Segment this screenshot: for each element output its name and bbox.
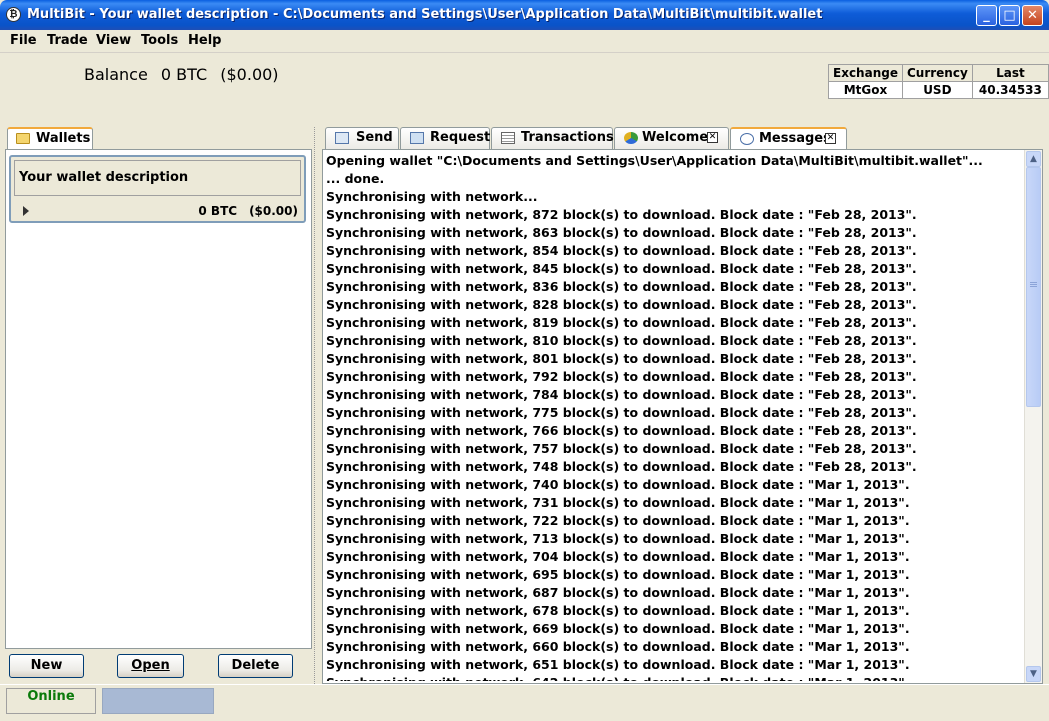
message-line: Synchronising with network, 810 block(s)…	[326, 333, 917, 348]
close-messages-tab-icon[interactable]: ✕	[825, 133, 836, 144]
message-line: Synchronising with network, 748 block(s)…	[326, 459, 917, 474]
message-line: Synchronising with network, 687 block(s)…	[326, 585, 910, 600]
wallets-panel: Your wallet description 0 BTC ($0.00)	[5, 149, 312, 684]
scroll-grip-icon	[1030, 282, 1037, 288]
tab-wallets[interactable]: Wallets	[7, 127, 93, 149]
vertical-scrollbar[interactable]: ▲ ▼	[1024, 150, 1042, 683]
message-line: Synchronising with network, 828 block(s)…	[326, 297, 917, 312]
tab-transactions-label: Transactions	[521, 130, 614, 145]
close-button[interactable]: ✕	[1022, 5, 1043, 26]
menu-file[interactable]: File	[10, 33, 37, 48]
ticker-currency: USD	[901, 81, 973, 99]
new-wallet-button[interactable]: New	[9, 654, 84, 678]
message-line: Synchronising with network, 740 block(s)…	[326, 477, 910, 492]
send-icon	[335, 132, 349, 144]
ticker-row[interactable]: MtGox USD 40.34533	[828, 81, 1049, 99]
tab-welcome-label: Welcome	[642, 130, 709, 145]
ticker-exchange: MtGox	[828, 81, 903, 99]
message-line: Synchronising with network, 819 block(s)…	[326, 315, 917, 330]
message-line: ... done.	[326, 171, 385, 186]
message-line: Synchronising with network, 722 block(s)…	[326, 513, 910, 528]
tab-transactions[interactable]: Transactions	[491, 127, 614, 149]
ticker-header-exchange: Exchange	[828, 64, 903, 82]
expand-arrow-icon[interactable]	[23, 206, 29, 216]
tab-messages-label: Messages	[759, 131, 831, 146]
open-wallet-button[interactable]: Open	[117, 654, 184, 678]
ticker-header-row: Exchange Currency Last	[828, 64, 1049, 82]
message-line: Synchronising with network, 660 block(s)…	[326, 639, 910, 654]
wallet-balance-btc: 0 BTC	[198, 204, 238, 218]
tab-request[interactable]: Request	[400, 127, 490, 149]
maximize-button[interactable]: □	[999, 5, 1020, 26]
message-line: Synchronising with network, 642 block(s)…	[326, 675, 1021, 681]
tab-send-label: Send	[356, 130, 393, 145]
message-line: Synchronising with network, 845 block(s)…	[326, 261, 917, 276]
delete-wallet-button[interactable]: Delete	[218, 654, 293, 678]
tab-send[interactable]: Send	[325, 127, 399, 149]
menu-tools[interactable]: Tools	[141, 33, 178, 48]
wallets-tab-label: Wallets	[36, 131, 91, 146]
message-line: Opening wallet "C:\Documents and Setting…	[326, 153, 983, 168]
menu-trade[interactable]: Trade	[47, 33, 88, 48]
menu-bar: File Trade View Tools Help	[0, 30, 1049, 53]
message-line: Synchronising with network, 872 block(s)…	[326, 207, 917, 222]
message-line: Synchronising with network, 784 block(s)…	[326, 387, 917, 402]
app-bitcoin-icon[interactable]: ₿	[6, 7, 21, 22]
balance-btc: 0 BTC	[160, 65, 208, 84]
message-line: Synchronising with network, 792 block(s)…	[326, 369, 917, 384]
minimize-button[interactable]: _	[976, 5, 997, 26]
split-pane-divider[interactable]	[314, 127, 320, 684]
balance-display: Balance 0 BTC ($0.00)	[84, 65, 287, 84]
window-title: MultiBit - Your wallet description - C:\…	[27, 7, 823, 22]
message-line: Synchronising with network, 678 block(s)…	[326, 603, 910, 618]
messages-panel[interactable]: Opening wallet "C:\Documents and Setting…	[322, 149, 1043, 684]
ticker-header-currency: Currency	[901, 64, 973, 82]
message-line: Synchronising with network, 801 block(s)…	[326, 351, 917, 366]
message-line: Synchronising with network, 775 block(s)…	[326, 405, 917, 420]
balance-label: Balance	[84, 65, 148, 84]
wallet-folder-icon	[16, 133, 30, 144]
scroll-down-arrow-icon[interactable]: ▼	[1026, 666, 1041, 682]
message-line: Synchronising with network, 766 block(s)…	[326, 423, 917, 438]
transactions-icon	[501, 132, 515, 144]
message-line: Synchronising with network, 669 block(s)…	[326, 621, 910, 636]
menu-help[interactable]: Help	[188, 33, 221, 48]
messages-icon	[740, 133, 754, 145]
sync-progress-bar	[102, 688, 214, 714]
welcome-icon	[624, 132, 638, 144]
close-welcome-tab-icon[interactable]: ✕	[707, 132, 718, 143]
message-line: Synchronising with network, 713 block(s)…	[326, 531, 910, 546]
request-icon	[410, 132, 424, 144]
wallet-buttons-bar: New Open Delete	[5, 648, 312, 685]
message-line: Synchronising with network, 863 block(s)…	[326, 225, 917, 240]
menu-view[interactable]: View	[96, 33, 131, 48]
exchange-ticker-table[interactable]: Exchange Currency Last MtGox USD 40.3453…	[828, 64, 1049, 99]
message-line: Synchronising with network, 836 block(s)…	[326, 279, 917, 294]
message-line: Synchronising with network, 695 block(s)…	[326, 567, 910, 582]
tab-messages[interactable]: Messages ✕	[730, 127, 847, 149]
status-bar: Online	[0, 684, 1049, 721]
wallet-balance-fiat: ($0.00)	[249, 204, 298, 218]
wallet-card[interactable]: Your wallet description 0 BTC ($0.00)	[9, 155, 306, 223]
wallet-description-field[interactable]: Your wallet description	[14, 160, 301, 196]
message-line: Synchronising with network...	[326, 189, 538, 204]
tab-welcome[interactable]: Welcome ✕	[614, 127, 729, 149]
ticker-header-last: Last	[971, 64, 1049, 82]
scroll-thumb[interactable]	[1026, 167, 1041, 407]
messages-list[interactable]: Opening wallet "C:\Documents and Setting…	[326, 153, 1021, 681]
message-line: Synchronising with network, 651 block(s)…	[326, 657, 910, 672]
scroll-up-arrow-icon[interactable]: ▲	[1026, 151, 1041, 167]
title-bar[interactable]: ₿ MultiBit - Your wallet description - C…	[0, 0, 1049, 30]
message-line: Synchronising with network, 731 block(s)…	[326, 495, 910, 510]
ticker-last: 40.34533	[971, 81, 1049, 99]
tab-request-label: Request	[430, 130, 491, 145]
balance-fiat: ($0.00)	[220, 65, 279, 84]
online-status: Online	[6, 688, 96, 714]
message-line: Synchronising with network, 854 block(s)…	[326, 243, 917, 258]
message-line: Synchronising with network, 757 block(s)…	[326, 441, 917, 456]
message-line: Synchronising with network, 704 block(s)…	[326, 549, 910, 564]
wallet-balance: 0 BTC ($0.00)	[186, 204, 298, 218]
